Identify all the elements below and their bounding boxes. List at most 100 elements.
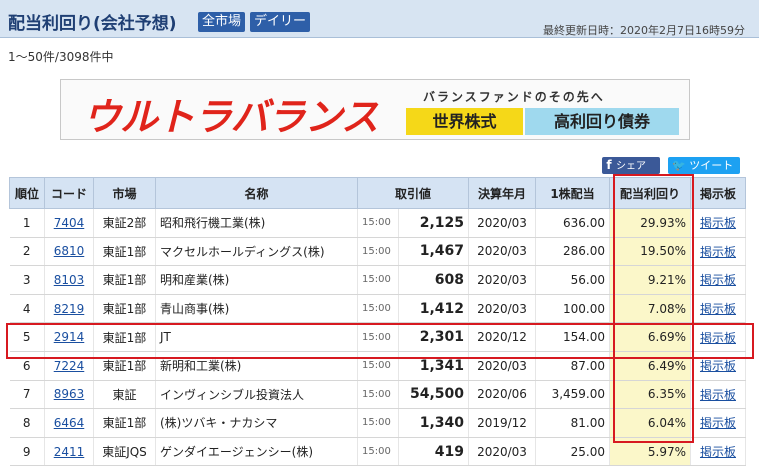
code-cell: 8963	[44, 380, 94, 410]
code-cell: 6464	[44, 408, 94, 438]
table-row: 3 8103 東証1部 明和産業(株) 15:00 608 2020/03 56.00 9.21…	[9, 265, 746, 295]
code-link[interactable]: 7404	[54, 216, 85, 230]
market-cell: 東証1部	[93, 237, 156, 267]
col-code[interactable]: コード	[44, 177, 94, 209]
board-link[interactable]: 掲示板	[700, 445, 736, 459]
board-link[interactable]: 掲示板	[700, 359, 736, 373]
name-cell: 昭和飛行機工業(株)	[155, 208, 358, 238]
board-link[interactable]: 掲示板	[700, 302, 736, 316]
col-dps[interactable]: 1株配当	[535, 177, 610, 209]
fiscal-cell: 2020/12	[468, 322, 536, 352]
col-yield[interactable]: 配当利回り	[609, 177, 691, 209]
col-fiscal[interactable]: 決算年月	[468, 177, 536, 209]
col-name[interactable]: 名称	[155, 177, 358, 209]
dps-cell: 286.00	[535, 237, 610, 267]
time-cell: 15:00	[357, 437, 399, 467]
col-market[interactable]: 市場	[93, 177, 156, 209]
board-cell: 掲示板	[690, 437, 746, 467]
dps-cell: 154.00	[535, 322, 610, 352]
facebook-icon: f	[606, 158, 612, 172]
name-cell: インヴィンシブル投資法人	[155, 380, 358, 410]
code-link[interactable]: 2914	[54, 330, 85, 344]
price-cell: 1,340	[398, 408, 469, 438]
result-count: 1〜50件/3098件中	[8, 50, 114, 64]
rank-cell: 6	[9, 351, 45, 381]
price-cell: 1,341	[398, 351, 469, 381]
dps-cell: 56.00	[535, 265, 610, 295]
code-link[interactable]: 6464	[54, 416, 85, 430]
table-row: 2 6810 東証1部 マクセルホールディングス(株) 15:00 1,467 2020/0…	[9, 237, 746, 267]
board-cell: 掲示板	[690, 351, 746, 381]
price-cell: 419	[398, 437, 469, 467]
code-cell: 7404	[44, 208, 94, 238]
market-cell: 東証1部	[93, 351, 156, 381]
yield-cell: 6.49%	[609, 351, 691, 381]
table-row: 7 8963 東証 インヴィンシブル投資法人 15:00 54,500 2020/06 3,4…	[9, 380, 746, 410]
name-cell: JT	[155, 322, 358, 352]
yield-cell: 6.04%	[609, 408, 691, 438]
code-link[interactable]: 2411	[54, 445, 85, 459]
facebook-share-button[interactable]: f シェア	[602, 157, 660, 174]
table-row: 4 8219 東証1部 青山商事(株) 15:00 1,412 2020/03 100.00 7…	[9, 294, 746, 324]
rank-cell: 4	[9, 294, 45, 324]
rank-cell: 9	[9, 437, 45, 467]
yield-cell: 6.35%	[609, 380, 691, 410]
board-link[interactable]: 掲示板	[700, 416, 736, 430]
rank-cell: 2	[9, 237, 45, 267]
time-cell: 15:00	[357, 380, 399, 410]
price-cell: 1,467	[398, 237, 469, 267]
filter-daily[interactable]: デイリー	[250, 12, 311, 32]
rank-cell: 8	[9, 408, 45, 438]
board-link[interactable]: 掲示板	[700, 245, 736, 259]
code-cell: 8103	[44, 265, 94, 295]
code-link[interactable]: 8103	[54, 273, 85, 287]
code-cell: 8219	[44, 294, 94, 324]
code-cell: 6810	[44, 237, 94, 267]
page-title: 配当利回り(会社予想)	[8, 14, 177, 34]
table-row: 8 6464 東証1部 (株)ツバキ・ナカシマ 15:00 1,340 2019/12 81.…	[9, 408, 746, 438]
facebook-share-label: シェア	[616, 161, 646, 172]
board-link[interactable]: 掲示板	[700, 273, 736, 287]
table-row: 5 2914 東証1部 JT 15:00 2,301 2020/12 154.00 6.69% 掲…	[9, 322, 746, 352]
board-cell: 掲示板	[690, 265, 746, 295]
yield-cell: 9.21%	[609, 265, 691, 295]
board-cell: 掲示板	[690, 322, 746, 352]
code-link[interactable]: 8963	[54, 387, 85, 401]
market-cell: 東証	[93, 380, 156, 410]
price-cell: 54,500	[398, 380, 469, 410]
board-link[interactable]: 掲示板	[700, 331, 736, 345]
time-cell: 15:00	[357, 322, 399, 352]
board-cell: 掲示板	[690, 208, 746, 238]
code-link[interactable]: 6810	[54, 244, 85, 258]
rank-cell: 5	[9, 322, 45, 352]
filter-all-markets[interactable]: 全市場	[198, 12, 246, 32]
twitter-share-label: ツイート	[689, 159, 734, 172]
banner-high-yield-bonds: 高利回り債券	[525, 108, 679, 135]
table-row: 6 7224 東証1部 新明和工業(株) 15:00 1,341 2020/03 87.00 6…	[9, 351, 746, 381]
code-link[interactable]: 8219	[54, 302, 85, 316]
rank-cell: 1	[9, 208, 45, 238]
dps-cell: 81.00	[535, 408, 610, 438]
col-board[interactable]: 掲示板	[690, 177, 746, 209]
name-cell: ゲンダイエージェンシー(株)	[155, 437, 358, 467]
col-rank[interactable]: 順位	[9, 177, 45, 209]
time-cell: 15:00	[357, 351, 399, 381]
time-cell: 15:00	[357, 208, 399, 238]
code-cell: 2914	[44, 322, 94, 352]
board-link[interactable]: 掲示板	[700, 216, 736, 230]
code-link[interactable]: 7224	[54, 359, 85, 373]
price-cell: 608	[398, 265, 469, 295]
col-price[interactable]: 取引値	[357, 177, 469, 209]
table-row: 9 2411 東証JQS ゲンダイエージェンシー(株) 15:00 419 2020/03 2…	[9, 437, 746, 467]
fiscal-cell: 2019/12	[468, 408, 536, 438]
yield-cell: 29.93%	[609, 208, 691, 238]
board-link[interactable]: 掲示板	[700, 388, 736, 402]
market-cell: 東証1部	[93, 408, 156, 438]
code-cell: 2411	[44, 437, 94, 467]
yield-cell: 19.50%	[609, 237, 691, 267]
market-cell: 東証2部	[93, 208, 156, 238]
banner-world-stocks: 世界株式	[406, 108, 523, 135]
twitter-share-button[interactable]: 🐦 ツイート	[668, 157, 740, 174]
yield-cell: 7.08%	[609, 294, 691, 324]
ad-banner[interactable]: ウルトラバランス バランスファンドのその先へ 世界株式 高利回り債券	[60, 79, 690, 140]
